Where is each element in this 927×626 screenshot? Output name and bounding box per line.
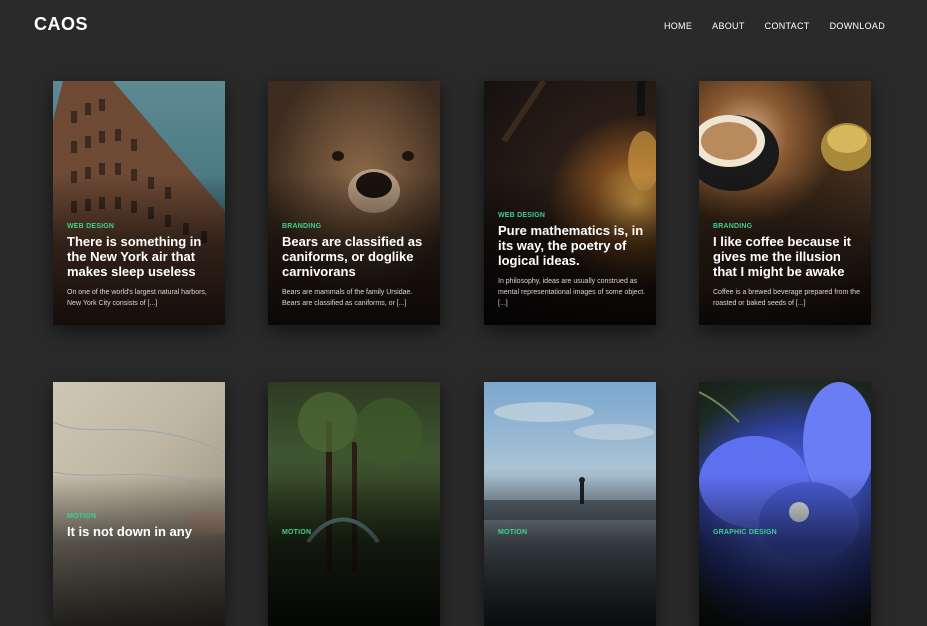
nav-about[interactable]: ABOUT [712, 21, 745, 31]
card-title[interactable]: I like coffee because it gives me the il… [713, 234, 861, 279]
card-category[interactable]: BRANDING [713, 223, 861, 230]
card-category[interactable]: WEB DESIGN [67, 223, 215, 230]
card-category[interactable]: GRAPHIC DESIGN [713, 529, 861, 536]
site-logo[interactable]: CAOS [34, 14, 88, 35]
card-category[interactable]: MOTION [67, 513, 215, 520]
nav-home[interactable]: HOME [664, 21, 692, 31]
card-excerpt: In philosophy, ideas are usually constru… [498, 278, 646, 307]
card-title[interactable]: It is not down in any [67, 524, 215, 539]
post-card[interactable]: WEB DESIGN There is something in the New… [53, 81, 225, 325]
card-excerpt: Bears are mammals of the family Ursidae.… [282, 289, 413, 307]
post-card[interactable]: BRANDING I like coffee because it gives … [699, 81, 871, 325]
nav-contact[interactable]: CONTACT [765, 21, 810, 31]
post-card[interactable]: WEB DESIGN Pure mathematics is, in its w… [484, 81, 656, 325]
card-category[interactable]: WEB DESIGN [498, 212, 646, 219]
card-category[interactable]: MOTION [498, 529, 646, 536]
card-title[interactable]: There is something in the New York air t… [67, 234, 215, 279]
card-title[interactable]: Pure mathematics is, in its way, the poe… [498, 223, 646, 268]
post-card[interactable]: MOTION It is not down in any [53, 382, 225, 626]
card-excerpt: On one of the world's largest natural ha… [67, 289, 207, 307]
post-card[interactable]: BRANDING Bears are classified as canifor… [268, 81, 440, 325]
main-nav: HOME ABOUT CONTACT DOWNLOAD [664, 21, 885, 31]
card-category[interactable]: MOTION [282, 529, 430, 536]
post-card[interactable]: GRAPHIC DESIGN [699, 382, 871, 626]
nav-download[interactable]: DOWNLOAD [830, 21, 885, 31]
post-card[interactable]: MOTION [484, 382, 656, 626]
card-excerpt: Coffee is a brewed beverage prepared fro… [713, 289, 860, 307]
card-title[interactable]: Bears are classified as caniforms, or do… [282, 234, 430, 279]
post-card[interactable]: MOTION [268, 382, 440, 626]
card-category[interactable]: BRANDING [282, 223, 430, 230]
